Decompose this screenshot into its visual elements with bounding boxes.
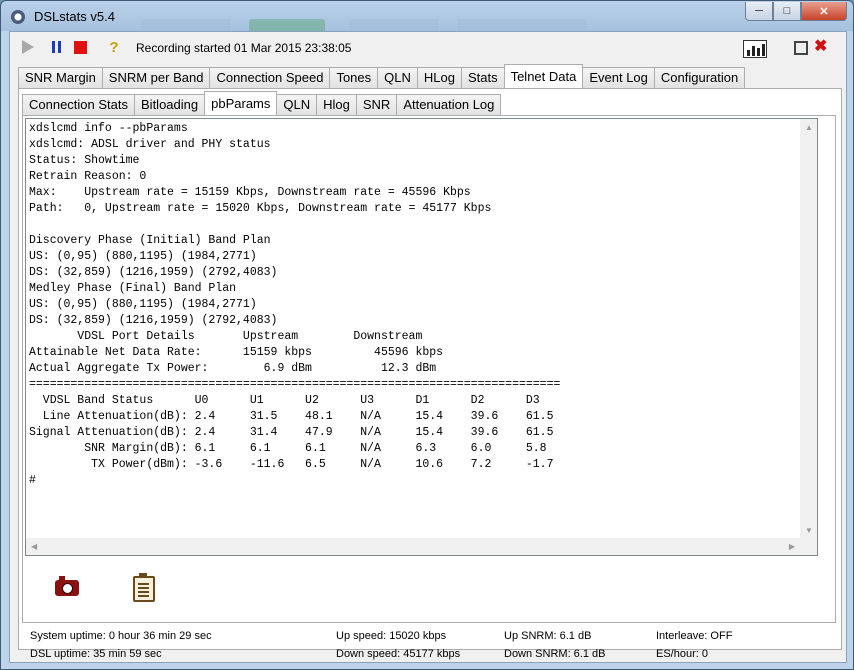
es-per-hour: ES/hour: 0 bbox=[656, 648, 708, 660]
console-text: xdslcmd info --pbParams xdslcmd: ADSL dri… bbox=[29, 121, 560, 489]
console-line: Discovery Phase (Initial) Band Plan bbox=[29, 234, 271, 247]
console-line: Line Attenuation(dB): 2.4 31.5 48.1 N/A … bbox=[29, 410, 554, 423]
main-window: DSLstats v5.4 ─ □ ✕ ? Recording started … bbox=[0, 0, 854, 670]
subtab-snr[interactable]: SNR bbox=[355, 94, 398, 115]
pause-icon[interactable] bbox=[50, 40, 66, 56]
action-buttons bbox=[23, 573, 423, 616]
background-tab-ghost bbox=[349, 19, 439, 31]
console-line: Status: Showtime bbox=[29, 154, 140, 167]
console-line: Max: Upstream rate = 15159 Kbps, Downstr… bbox=[29, 186, 471, 199]
console-line: Medley Phase (Final) Band Plan bbox=[29, 282, 237, 295]
client-area: ? Recording started 01 Mar 2015 23:38:05… bbox=[9, 31, 847, 663]
console-line: # bbox=[29, 474, 36, 487]
chart-window-icon[interactable] bbox=[743, 40, 767, 58]
console-line: VDSL Port Details Upstream Downstream bbox=[29, 330, 423, 343]
scroll-down-icon[interactable]: ▼ bbox=[805, 526, 813, 535]
main-tab-bar: SNR Margin SNRM per Band Connection Speed T… bbox=[18, 64, 746, 88]
console-line: US: (0,95) (880,1195) (1984,2771) bbox=[29, 298, 257, 311]
sub-tab-bar: Connection Stats Bitloading pbParams QLN Hlo… bbox=[22, 91, 502, 115]
scroll-left-icon[interactable]: ◀ bbox=[31, 542, 37, 551]
tab-tones[interactable]: Tones bbox=[329, 67, 379, 88]
down-snrm: Down SNRM: 6.1 dB bbox=[504, 648, 606, 660]
console-line: xdslcmd: ADSL driver and PHY status bbox=[29, 138, 271, 151]
title-bar[interactable]: DSLstats v5.4 ─ □ ✕ bbox=[1, 1, 853, 31]
subtab-hlog[interactable]: Hlog bbox=[316, 94, 357, 115]
console-line: Signal Attenuation(dB): 2.4 31.4 47.9 N/… bbox=[29, 426, 554, 439]
telnet-data-panel: Connection Stats Bitloading pbParams QLN Hlo… bbox=[18, 88, 842, 650]
maximize-button[interactable]: □ bbox=[773, 2, 801, 21]
status-bar: System uptime: 0 hour 36 min 29 sec DSL … bbox=[18, 626, 840, 660]
subtab-pbparams[interactable]: pbParams bbox=[204, 91, 278, 115]
console-line: Retrain Reason: 0 bbox=[29, 170, 147, 183]
subtab-attenuation-log[interactable]: Attenuation Log bbox=[396, 94, 502, 115]
tab-hlog[interactable]: HLog bbox=[416, 67, 462, 88]
dsl-uptime: DSL uptime: 35 min 59 sec bbox=[30, 648, 162, 660]
tab-telnet-data[interactable]: Telnet Data bbox=[503, 64, 584, 88]
up-snrm: Up SNRM: 6.1 dB bbox=[504, 630, 592, 642]
console-line: VDSL Band Status U0 U1 U2 U3 D1 D2 D3 bbox=[29, 394, 540, 407]
tab-event-log[interactable]: Event Log bbox=[582, 67, 655, 88]
console-line: Path: 0, Upstream rate = 15020 Kbps, Dow… bbox=[29, 202, 492, 215]
telnet-output[interactable]: xdslcmd info --pbParams xdslcmd: ADSL dri… bbox=[25, 118, 818, 556]
lightbulb-icon[interactable]: ? bbox=[106, 39, 122, 56]
console-line: TX Power(dBm): -3.6 -11.6 6.5 N/A 10.6 7… bbox=[29, 458, 554, 471]
console-line: US: (0,95) (880,1195) (1984,2771) bbox=[29, 250, 257, 263]
background-tab-ghost bbox=[141, 19, 231, 31]
subtab-bitloading[interactable]: Bitloading bbox=[134, 94, 206, 115]
console-line: DS: (32,859) (1216,1959) (2792,4083) bbox=[29, 314, 278, 327]
background-tab-ghost bbox=[457, 19, 587, 31]
recording-status: Recording started 01 Mar 2015 23:38:05 bbox=[136, 41, 352, 55]
restore-icon[interactable] bbox=[794, 41, 808, 55]
console-line: xdslcmd info --pbParams bbox=[29, 122, 188, 135]
pbparams-panel: xdslcmd info --pbParams xdslcmd: ADSL dri… bbox=[22, 115, 836, 623]
stop-icon[interactable] bbox=[74, 41, 87, 54]
subtab-qln[interactable]: QLN bbox=[276, 94, 318, 115]
tab-qln[interactable]: QLN bbox=[377, 67, 418, 88]
tab-configuration[interactable]: Configuration bbox=[653, 67, 746, 88]
scroll-right-icon[interactable]: ▶ bbox=[789, 542, 795, 551]
horizontal-scrollbar[interactable]: ◀ ▶ bbox=[26, 538, 817, 555]
console-line: Attainable Net Data Rate: 15159 kbps 455… bbox=[29, 346, 444, 359]
scroll-up-icon[interactable]: ▲ bbox=[805, 123, 813, 132]
subtab-connection-stats[interactable]: Connection Stats bbox=[22, 94, 136, 115]
tab-snr-margin[interactable]: SNR Margin bbox=[18, 67, 103, 88]
tab-stats[interactable]: Stats bbox=[460, 67, 505, 88]
console-line: Actual Aggregate Tx Power: 6.9 dBm 12.3 … bbox=[29, 362, 437, 375]
system-uptime: System uptime: 0 hour 36 min 29 sec bbox=[30, 630, 212, 642]
interleave-status: Interleave: OFF bbox=[656, 630, 733, 642]
window-title: DSLstats v5.4 bbox=[34, 9, 115, 24]
close-small-icon[interactable]: ✖ bbox=[814, 36, 827, 56]
vertical-scrollbar[interactable]: ▲ ▼ bbox=[800, 119, 817, 539]
app-icon[interactable] bbox=[11, 10, 25, 24]
console-line: SNR Margin(dB): 6.1 6.1 6.1 N/A 6.3 6.0 … bbox=[29, 442, 547, 455]
console-line: ========================================… bbox=[29, 378, 561, 391]
minimize-button[interactable]: ─ bbox=[745, 2, 773, 21]
up-speed: Up speed: 15020 kbps bbox=[336, 630, 447, 642]
console-line: DS: (32,859) (1216,1959) (2792,4083) bbox=[29, 266, 278, 279]
camera-icon[interactable] bbox=[55, 576, 79, 596]
clipboard-icon[interactable] bbox=[133, 573, 155, 602]
tab-snrm-per-band[interactable]: SNRM per Band bbox=[101, 67, 211, 88]
play-icon[interactable] bbox=[22, 40, 34, 54]
background-tab-ghost bbox=[249, 19, 325, 31]
toolbar: ? Recording started 01 Mar 2015 23:38:05… bbox=[10, 32, 846, 62]
close-button[interactable]: ✕ bbox=[801, 2, 847, 21]
tab-connection-speed[interactable]: Connection Speed bbox=[209, 67, 331, 88]
down-speed: Down speed: 45177 kbps bbox=[336, 648, 461, 660]
